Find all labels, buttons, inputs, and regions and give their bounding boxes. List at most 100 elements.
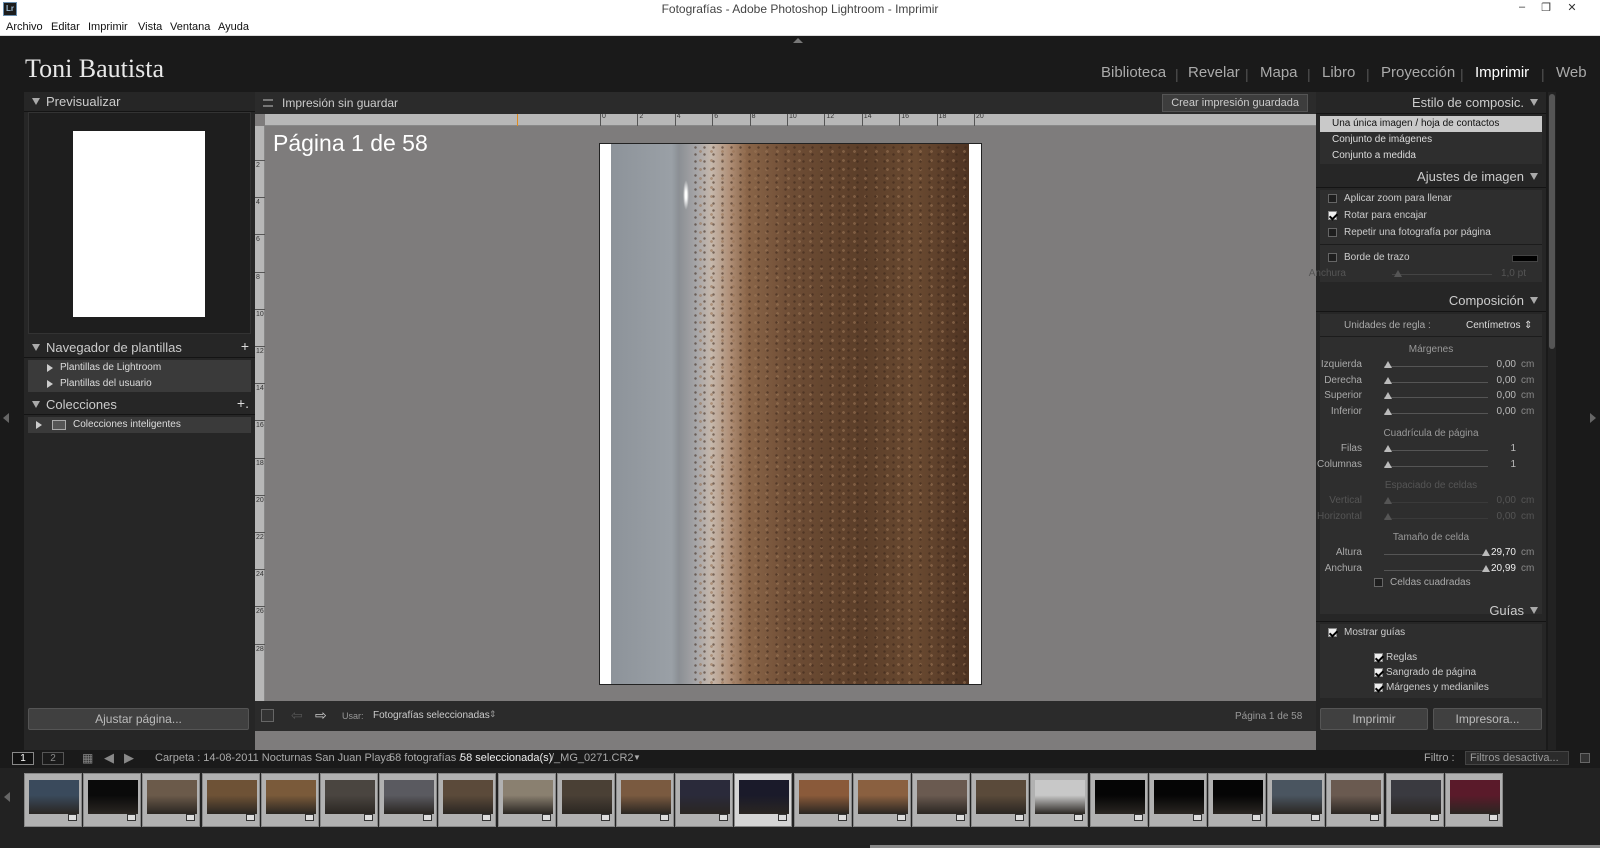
right-panel-scrollbar[interactable] [1548,92,1556,750]
scrollbar-thumb[interactable] [1549,94,1555,349]
module-mapa[interactable]: Mapa [1260,64,1298,81]
margins-gutters-checkbox[interactable] [1374,683,1383,692]
template-browser-header[interactable]: Navegador de plantillas + [24,338,255,358]
slider-value[interactable]: 0,00 [1480,390,1516,401]
module-imprimir[interactable]: Imprimir [1475,64,1529,81]
rotate-to-fit-checkbox[interactable] [1328,211,1337,220]
create-saved-print-button[interactable]: Crear impresión guardada [1162,94,1308,112]
slider-value[interactable]: 0,00 [1480,375,1516,386]
square-cells-checkbox[interactable] [1374,578,1383,587]
slider-track[interactable] [1384,397,1488,399]
stroke-border-checkbox[interactable] [1328,253,1337,262]
collection-smart[interactable]: Colecciones inteligentes [28,417,251,433]
forward-arrow-icon[interactable]: ▶ [124,750,134,766]
menu-imprimir[interactable]: Imprimir [88,21,128,33]
filmstrip-thumbnail[interactable] [675,773,734,827]
filter-select[interactable]: Filtros desactiva... [1465,751,1569,765]
printer-button[interactable]: Impresora... [1433,708,1542,730]
filmstrip-thumbnail[interactable] [912,773,970,827]
filmstrip-thumbnail[interactable] [260,773,319,827]
filmstrip-thumbnail[interactable] [852,773,911,827]
show-guides-checkbox[interactable] [1328,628,1337,637]
screen2-button[interactable]: 2 [42,752,64,765]
page-setup-button[interactable]: Ajustar página... [28,708,249,730]
slider-value[interactable]: 0,00 [1480,359,1516,370]
collapse-left-icon[interactable] [3,413,9,423]
slider-thumb[interactable] [1384,512,1392,520]
use-select[interactable]: Fotografías seleccionadas [373,710,490,721]
filmstrip-thumbnail[interactable] [1148,773,1207,827]
add-template-icon[interactable]: + [241,338,249,354]
next-page-icon[interactable]: ⇨ [315,707,327,724]
layout-header[interactable]: Composición [1316,290,1546,312]
guides-header[interactable]: Guías [1316,600,1546,622]
previous-page-icon[interactable]: ⇦ [291,707,303,724]
preview-header[interactable]: Previsualizar [24,92,255,112]
filmstrip-thumbnail[interactable] [793,773,852,827]
page-bleed-checkbox[interactable] [1374,668,1383,677]
updown-icon[interactable]: ⇕ [489,709,497,720]
filmstrip-thumbnail[interactable] [379,773,438,827]
filter-lock-icon[interactable] [1580,753,1590,763]
filmstrip-thumbnail[interactable] [1089,773,1148,827]
template-folder-lightroom[interactable]: Plantillas de Lightroom [28,360,251,376]
module-revelar[interactable]: Revelar [1188,64,1240,81]
slider-value[interactable]: 1 [1480,443,1516,454]
filmstrip-thumbnail[interactable] [497,773,556,827]
module-libro[interactable]: Libro [1322,64,1355,81]
close-icon[interactable]: ✕ [1560,1,1584,17]
slider-value[interactable]: 1 [1480,459,1516,470]
filmstrip-thumbnail[interactable] [1030,773,1089,827]
slider-value[interactable]: 29,70 [1480,547,1516,558]
module-proyeccion[interactable]: Proyección [1381,64,1455,81]
filmstrip-thumbnail[interactable] [142,773,201,827]
image-settings-header[interactable]: Ajustes de imagen [1316,166,1546,188]
rulers-guide-checkbox[interactable] [1374,653,1383,662]
minimize-icon[interactable]: – [1510,1,1534,17]
layout-style-header[interactable]: Estilo de composic. [1316,92,1546,114]
restore-icon[interactable]: ❐ [1534,1,1558,17]
slider-thumb[interactable] [1384,497,1392,504]
slider-value[interactable]: 20,99 [1480,563,1516,574]
source-path[interactable]: Carpeta : 14-08-2011 Nocturnas San Juan … [155,752,392,764]
filmstrip-thumbnail[interactable] [1326,773,1385,827]
slider-thumb[interactable] [1384,407,1392,415]
slider-thumb[interactable] [1384,361,1392,368]
menu-vista[interactable]: Vista [138,21,162,33]
filmstrip-thumbnail[interactable] [201,773,260,827]
filmstrip-thumbnail[interactable] [1208,773,1266,827]
menu-ayuda[interactable]: Ayuda [218,21,249,33]
slider-track[interactable] [1384,381,1488,383]
slider-value[interactable]: 0,00 [1480,406,1516,417]
collapse-top-panel-icon[interactable] [793,38,803,43]
slider-thumb[interactable] [1384,392,1392,400]
menu-editar[interactable]: Editar [51,21,80,33]
filmstrip-thumbnail[interactable] [616,773,674,827]
slider-value[interactable]: 0,00 [1480,495,1516,506]
filmstrip-thumbnail[interactable] [83,773,142,827]
filmstrip-thumbnail[interactable] [320,773,378,827]
zoom-to-fill-checkbox[interactable] [1328,194,1337,203]
repeat-one-checkbox[interactable] [1328,228,1337,237]
slider-thumb[interactable] [1384,460,1392,468]
stroke-width-thumb[interactable] [1394,270,1402,277]
layout-style-custom[interactable]: Conjunto a medida [1320,148,1542,164]
stroke-color-swatch[interactable] [1512,255,1538,262]
slider-track[interactable] [1384,450,1488,451]
slider-track[interactable] [1384,569,1488,571]
filmstrip-thumbnail[interactable] [24,773,82,827]
module-biblioteca[interactable]: Biblioteca [1101,64,1166,81]
filmstrip-thumbnail[interactable] [1267,773,1326,827]
slider-thumb[interactable] [1384,445,1392,452]
filmstrip-thumbnail[interactable] [971,773,1030,827]
grid-view-icon[interactable]: ▦ [82,751,93,765]
print-button[interactable]: Imprimir [1320,708,1428,730]
slider-value[interactable]: 0,00 [1480,511,1516,522]
slider-track[interactable] [1384,502,1488,503]
add-collection-icon[interactable]: +. [237,395,249,411]
slider-track[interactable] [1384,465,1488,467]
menu-ventana[interactable]: Ventana [170,21,210,33]
ruler-units-select[interactable]: Centímetros [1466,320,1520,331]
menu-archivo[interactable]: Archivo [6,21,43,33]
filmstrip-thumbnail[interactable] [734,773,793,827]
